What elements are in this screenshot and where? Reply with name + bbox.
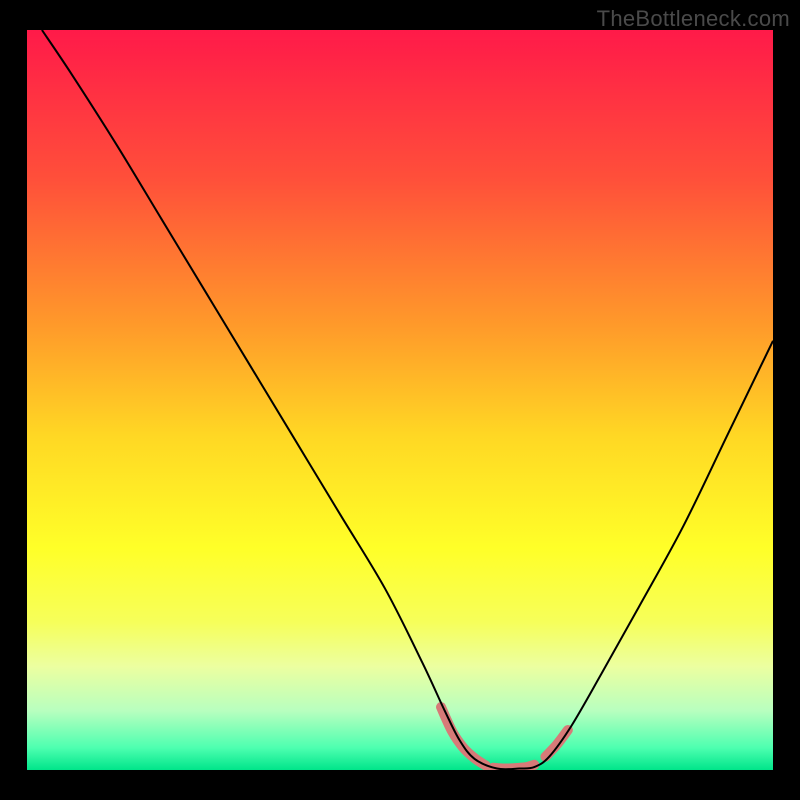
gradient-background [27,30,773,770]
bottleneck-chart [0,0,800,800]
chart-frame: TheBottleneck.com [0,0,800,800]
watermark-label: TheBottleneck.com [597,6,790,32]
